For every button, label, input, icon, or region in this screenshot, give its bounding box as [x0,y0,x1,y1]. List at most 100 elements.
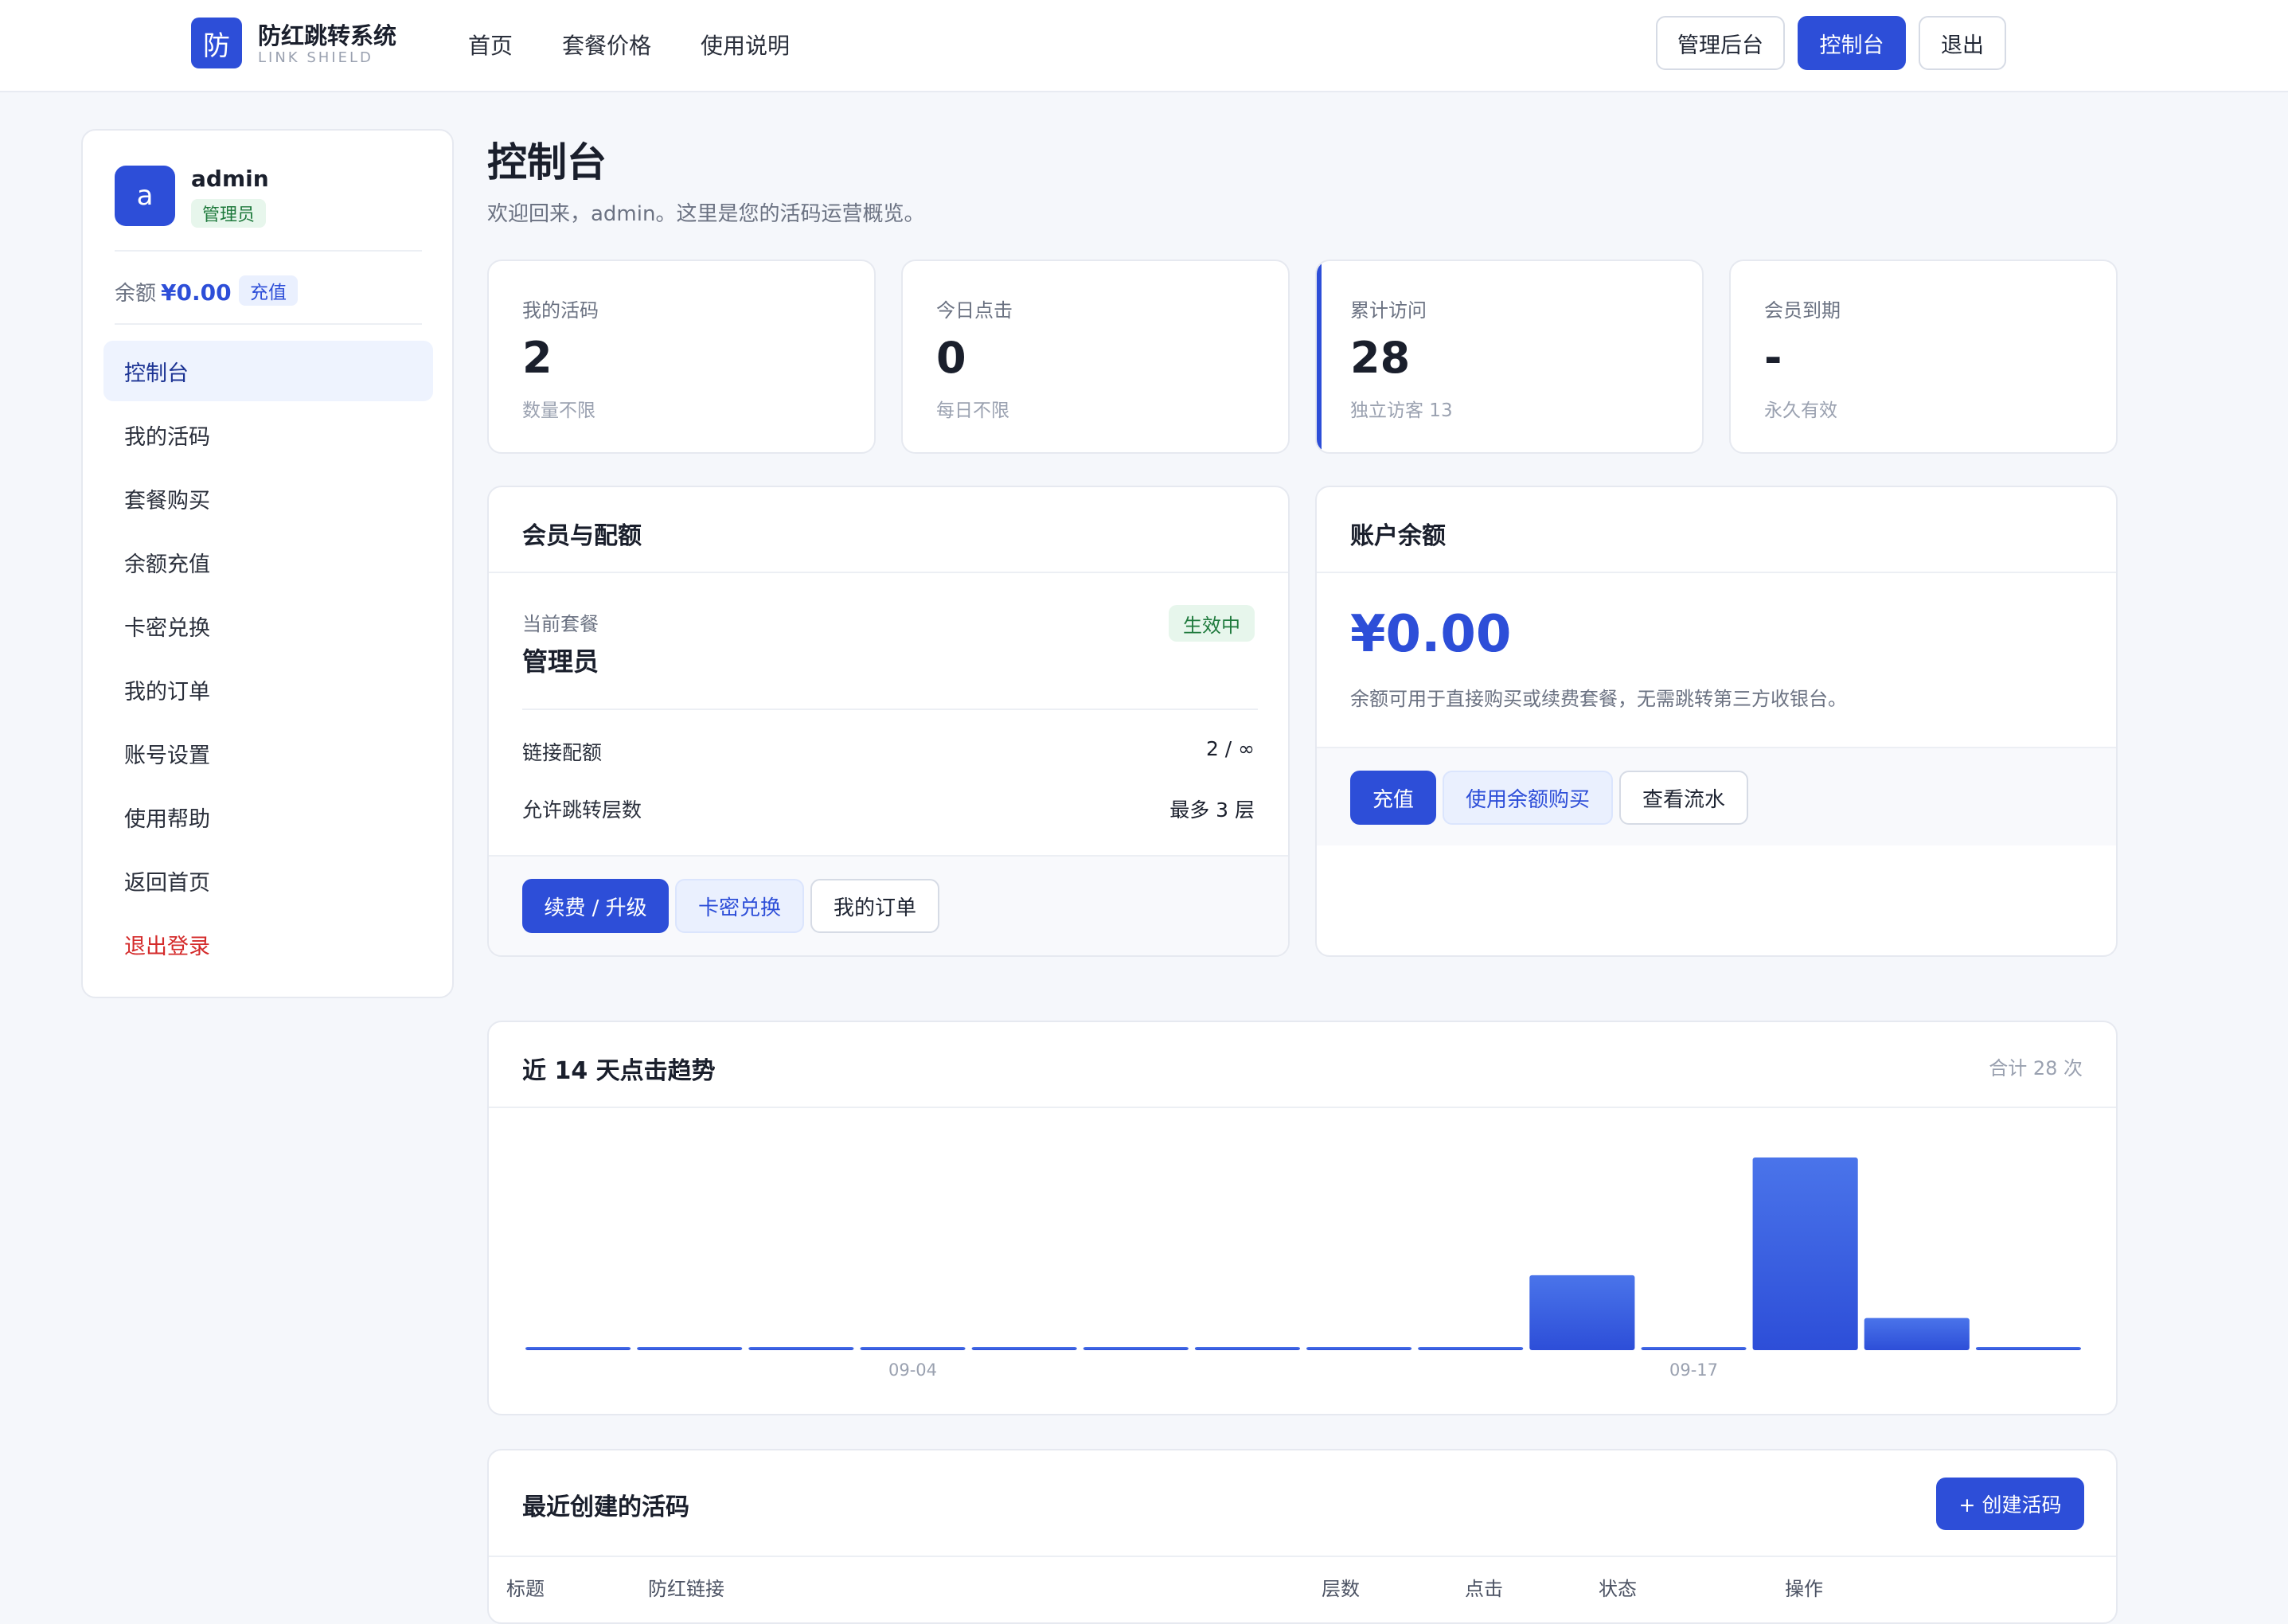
chart-bar [637,1347,743,1350]
card-footer: 充值 使用余额购买 查看流水 [1317,747,2116,845]
create-code-button[interactable]: + 创建活码 [1936,1478,2084,1530]
avatar: a [115,166,175,226]
chart-bar [1418,1347,1524,1350]
plan-label: 当前套餐 [522,613,599,635]
redeem-code-button[interactable]: 卡密兑换 [675,879,804,933]
recent-codes-card: 最近创建的活码 + 创建活码 [487,1449,2118,1624]
chart-bar [1529,1275,1635,1350]
console-button[interactable]: 控制台 [1798,16,1906,70]
recharge-button[interactable]: 充值 [1350,771,1436,825]
stat-value: - [1764,333,1782,383]
status-badge: 生效中 [1169,605,1255,642]
stat-label: 我的活码 [522,299,599,322]
stat-value: 2 [522,333,552,383]
sidebar-item-redeem[interactable]: 卡密兑换 [103,595,433,656]
my-orders-button[interactable]: 我的订单 [810,879,939,933]
column-header-title: 标题 [506,1578,545,1600]
accent-bar [1317,261,1322,452]
balance-label: 余额 [115,282,157,306]
stat-note: 数量不限 [522,400,595,421]
layers-label: 允许跳转层数 [522,798,642,822]
trend-total: 合计 28 次 [1989,1057,2083,1079]
quota-label: 链接配额 [522,741,603,764]
card-title: 账户余额 [1350,522,1446,550]
stat-card-total-visits: 累计访问 28 独立访客 13 [1315,260,1704,454]
stat-value: 0 [936,333,966,383]
buy-with-balance-button[interactable]: 使用余额购买 [1443,771,1613,825]
renew-upgrade-button[interactable]: 续费 / 升级 [522,879,669,933]
sidebar-item-orders[interactable]: 我的订单 [103,659,433,720]
sidebar-menu: 控制台 我的活码 套餐购买 余额充值 卡密兑换 我的订单 账号设置 使用帮助 返… [103,341,433,978]
nav-pricing[interactable]: 套餐价格 [562,29,651,61]
role-badge: 管理员 [191,199,267,228]
sidebar-item-my-codes[interactable]: 我的活码 [103,404,433,465]
top-bar: 防 防红跳转系统 LINK SHIELD 首页 套餐价格 使用说明 管理后台 控… [0,0,2288,92]
card-header: 最近创建的活码 + 创建活码 [489,1450,2116,1557]
chart-bar [748,1347,854,1350]
view-transactions-button[interactable]: 查看流水 [1619,771,1748,825]
chart-bar [1306,1347,1412,1350]
nav-home[interactable]: 首页 [468,29,513,61]
balance-description: 余额可用于直接购买或续费套餐，无需跳转第三方收银台。 [1350,688,1847,710]
chart-bar [1752,1157,1858,1350]
chart-bar [860,1347,966,1350]
sidebar-item-home[interactable]: 返回首页 [103,850,433,911]
column-header-layers: 层数 [1322,1578,1360,1600]
sidebar-item-logout[interactable]: 退出登录 [103,914,433,974]
card-title: 近 14 天点击趋势 [522,1057,716,1085]
x-tick-label: 09-04 [888,1360,937,1380]
balance-amount: ¥0.00 [1350,605,1512,664]
layers-value: 最多 3 层 [1169,798,1255,822]
sidebar-item-recharge[interactable]: 余额充值 [103,532,433,592]
column-header-clicks: 点击 [1465,1578,1503,1600]
click-trend-card: 近 14 天点击趋势 合计 28 次 09-04 09-17 [487,1021,2118,1415]
chart-bar [971,1347,1077,1350]
stat-value: 28 [1350,333,1411,383]
brand-name[interactable]: 防红跳转系统 [258,18,396,51]
chart-bar [1864,1318,1970,1350]
stat-note: 独立访客 13 [1350,400,1453,421]
chart-bar [1641,1347,1747,1350]
stat-note: 每日不限 [936,400,1009,421]
balance-card: 账户余额 ¥0.00 余额可用于直接购买或续费套餐，无需跳转第三方收银台。 充值… [1315,486,2118,957]
stat-label: 今日点击 [936,299,1013,322]
logout-button[interactable]: 退出 [1919,16,2006,70]
admin-panel-button[interactable]: 管理后台 [1656,16,1785,70]
sidebar: a admin 管理员 余额 ¥0.00 充值 控制台 我的活码 套餐购买 余额充… [81,129,454,998]
card-header: 近 14 天点击趋势 合计 28 次 [489,1022,2116,1108]
sidebar-item-help[interactable]: 使用帮助 [103,787,433,847]
chart-bar [525,1347,631,1350]
stat-label: 累计访问 [1350,299,1427,322]
plan-name: 管理员 [522,646,599,677]
chart-bar [1083,1347,1189,1350]
balance-value: ¥0.00 [161,279,232,306]
membership-card: 会员与配额 当前套餐 管理员 生效中 链接配额 2 / ∞ 允许跳转层数 最多 … [487,486,1290,957]
card-footer: 续费 / 升级 卡密兑换 我的订单 [489,855,1288,955]
card-title: 会员与配额 [522,522,642,550]
sidebar-item-settings[interactable]: 账号设置 [103,723,433,783]
divider [115,323,422,325]
divider [115,250,422,252]
logo-icon[interactable]: 防 [191,18,242,68]
x-tick-label: 09-17 [1669,1360,1718,1380]
card-header: 账户余额 [1317,487,2116,573]
chart-bar [1975,1347,2081,1350]
username: admin [191,166,269,192]
sidebar-item-buy-plan[interactable]: 套餐购买 [103,468,433,529]
nav-guide[interactable]: 使用说明 [701,29,790,61]
stat-note: 永久有效 [1764,400,1837,421]
balance-summary: 余额 ¥0.00 [115,277,232,306]
column-header-actions: 操作 [1785,1578,1823,1600]
stat-label: 会员到期 [1764,299,1841,322]
card-title: 最近创建的活码 [522,1493,689,1521]
sidebar-recharge-button[interactable]: 充值 [239,275,298,306]
quota-value: 2 / ∞ [1205,737,1255,760]
column-header-link: 防红链接 [648,1578,724,1600]
sidebar-item-console[interactable]: 控制台 [103,341,433,401]
page-title: 控制台 [487,139,607,185]
stat-card-codes: 我的活码 2 数量不限 [487,260,876,454]
stat-card-today-clicks: 今日点击 0 每日不限 [901,260,1290,454]
column-header-status: 状态 [1599,1578,1637,1600]
divider [522,709,1258,710]
stat-card-expiry: 会员到期 - 永久有效 [1729,260,2118,454]
